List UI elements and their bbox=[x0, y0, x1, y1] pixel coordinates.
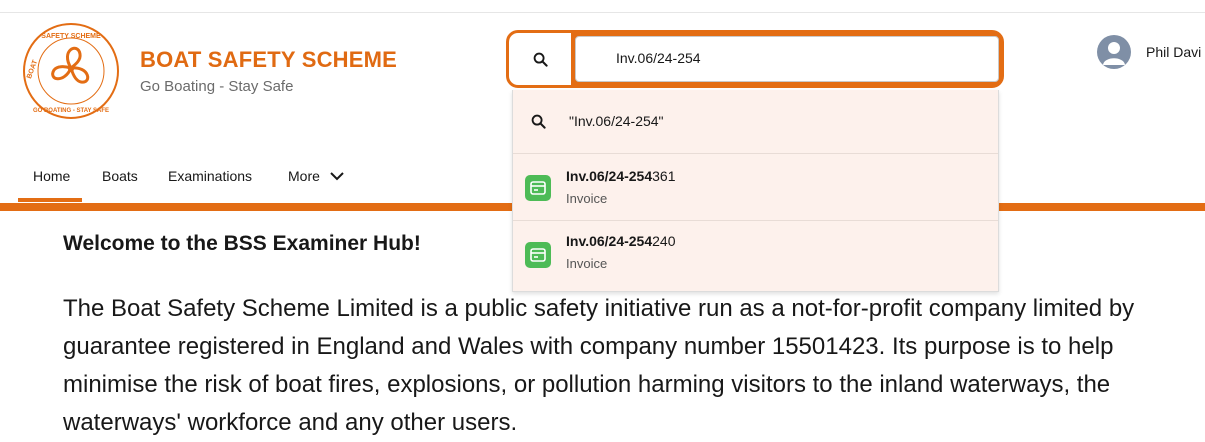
intro-paragraph: The Boat Safety Scheme Limited is a publ… bbox=[63, 295, 1135, 436]
search-results-dropdown: "Inv.06/24-254" Inv.06/24-254361 Invoice… bbox=[512, 90, 999, 292]
user-avatar[interactable] bbox=[1097, 35, 1131, 69]
search-result-item[interactable]: Inv.06/24-254240 Invoice bbox=[513, 220, 998, 290]
user-icon bbox=[1103, 42, 1125, 65]
chevron-down-icon bbox=[330, 172, 344, 181]
nav-item-more[interactable]: More bbox=[288, 168, 344, 184]
invoice-icon bbox=[525, 175, 551, 201]
search-input[interactable] bbox=[614, 49, 978, 67]
result-title: Inv.06/24-254240 bbox=[566, 233, 676, 249]
search-scope-button[interactable] bbox=[509, 33, 571, 85]
logo-text-bottom: GO BOATING - STAY SAFE bbox=[33, 108, 109, 114]
result-match: Inv.06/24-254 bbox=[566, 168, 653, 184]
invoice-icon bbox=[525, 242, 551, 268]
search-icon bbox=[533, 52, 548, 67]
nav-item-boats[interactable]: Boats bbox=[102, 168, 138, 184]
result-type: Invoice bbox=[566, 256, 608, 271]
search-suggestion-text: "Inv.06/24-254" bbox=[569, 113, 664, 129]
result-match: Inv.06/24-254 bbox=[566, 233, 653, 249]
search-input-container[interactable] bbox=[575, 36, 999, 82]
top-strip bbox=[0, 0, 1205, 13]
brand-subtitle: Go Boating - Stay Safe bbox=[140, 78, 294, 95]
result-rest: 361 bbox=[652, 168, 676, 184]
search-suggestion-row[interactable]: "Inv.06/24-254" bbox=[513, 90, 998, 154]
logo-text-top: SAFETY SCHEME bbox=[41, 33, 101, 40]
result-title: Inv.06/24-254361 bbox=[566, 168, 676, 184]
search-icon bbox=[531, 114, 546, 129]
nav-item-examinations[interactable]: Examinations bbox=[168, 168, 252, 184]
search-result-item[interactable]: Inv.06/24-254361 Invoice bbox=[513, 153, 998, 221]
result-type: Invoice bbox=[566, 191, 608, 206]
welcome-heading: Welcome to the BSS Examiner Hub! bbox=[63, 232, 421, 255]
brand-title: BOAT SAFETY SCHEME bbox=[140, 47, 398, 72]
user-name[interactable]: Phil Davi bbox=[1146, 44, 1201, 60]
nav-more-label: More bbox=[288, 168, 320, 184]
result-rest: 240 bbox=[652, 233, 676, 249]
global-search bbox=[506, 30, 1004, 88]
bss-logo[interactable]: SAFETY SCHEME BOAT GO BOATING - STAY SAF… bbox=[20, 20, 122, 122]
nav-active-indicator bbox=[18, 198, 82, 202]
nav-item-home[interactable]: Home bbox=[33, 168, 70, 184]
